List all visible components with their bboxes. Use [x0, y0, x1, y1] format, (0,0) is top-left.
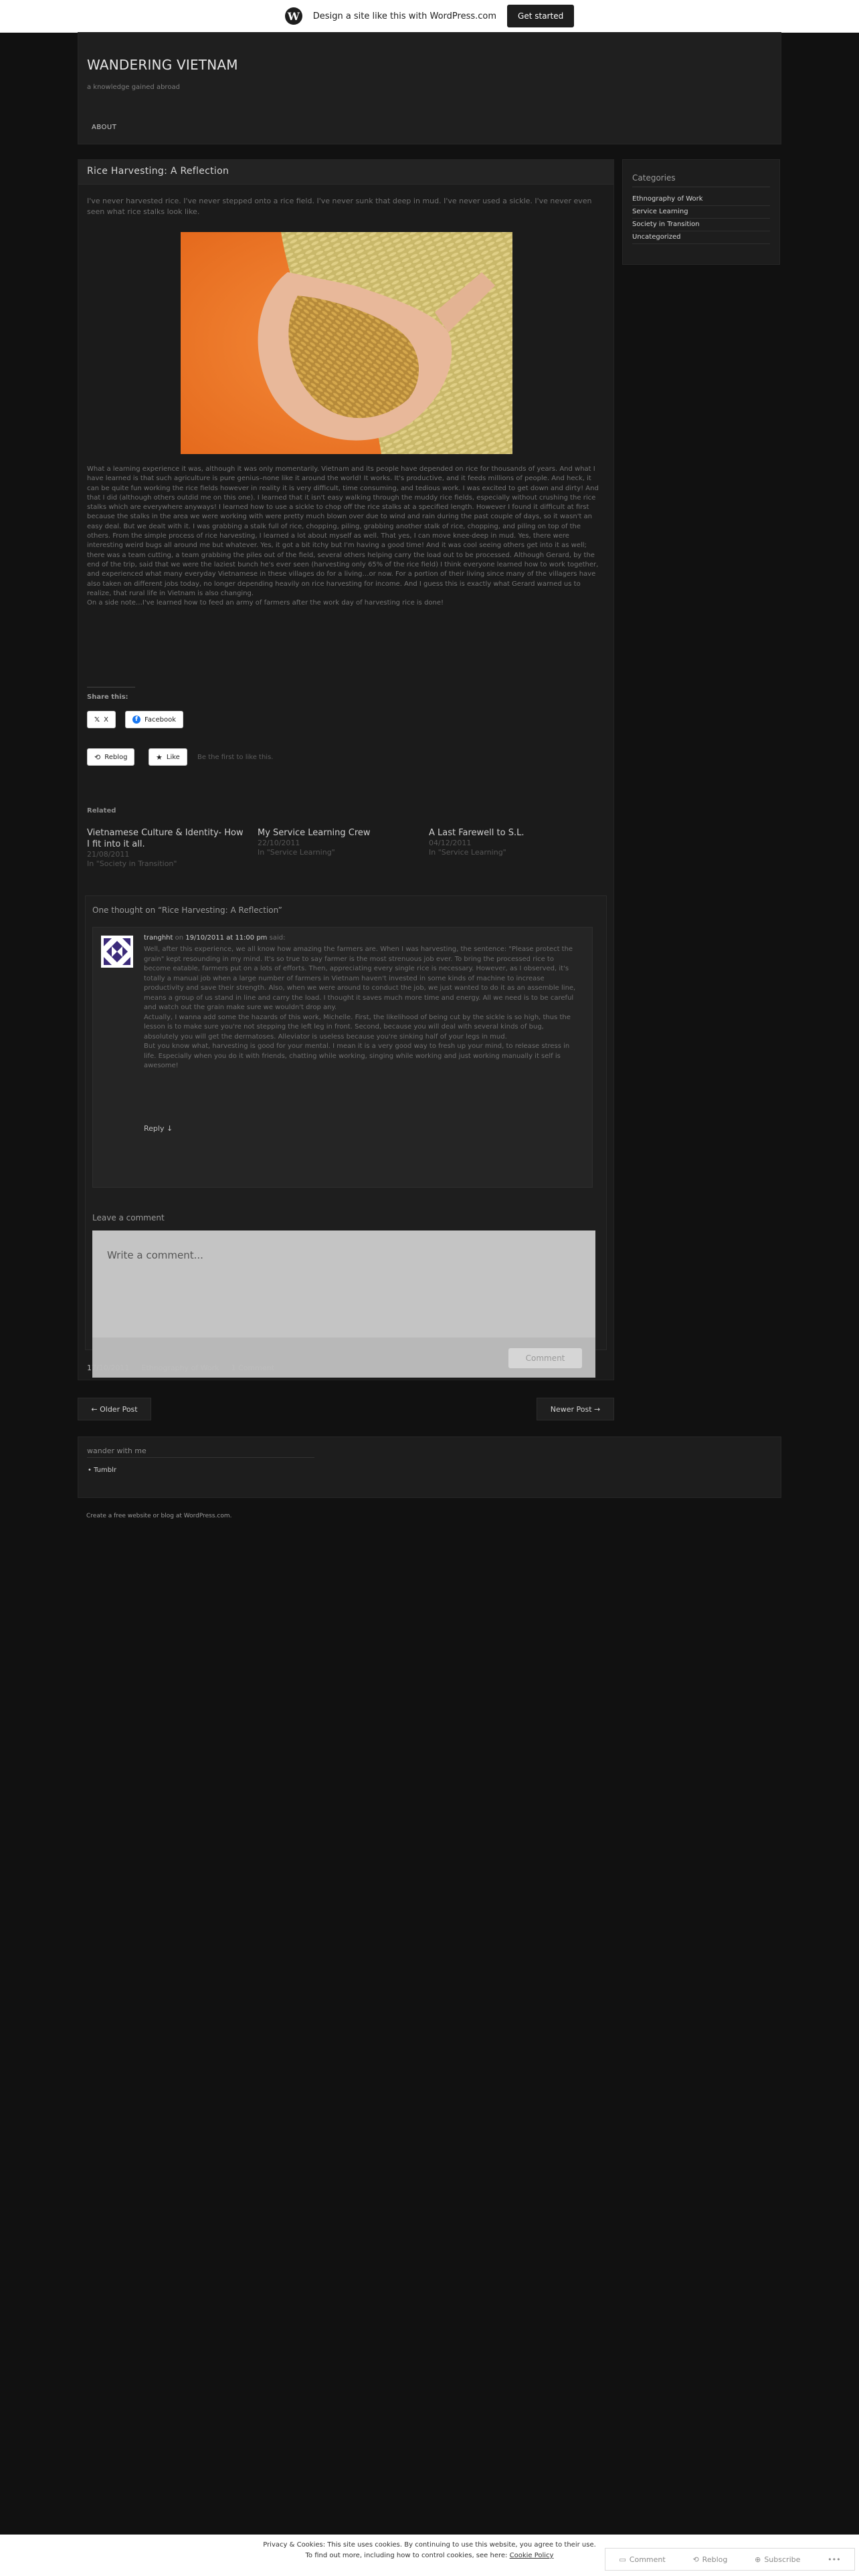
reblog-icon: ⟲	[692, 2555, 699, 2564]
footer-link-tumblr[interactable]: • Tumblr	[88, 1467, 116, 1474]
nav-item-about[interactable]: ABOUT	[92, 124, 116, 131]
site-title[interactable]: WANDERING VIETNAM	[87, 57, 238, 73]
related-post[interactable]: My Service Learning Crew 22/10/2011 In "…	[258, 827, 418, 857]
reblog-button[interactable]: ⟲ Reblog	[87, 748, 135, 766]
category-link[interactable]: Ethnography of Work	[632, 193, 770, 206]
reblog-action-label: Reblog	[702, 2555, 728, 2564]
post-paragraph: What a learning experience it was, altho…	[87, 465, 599, 597]
cookie-text-prefix: To find out more, including how to contr…	[305, 2552, 508, 2559]
comments-heading: One thought on “Rice Harvesting: A Refle…	[92, 905, 282, 915]
category-link[interactable]: Society in Transition	[632, 219, 770, 231]
share-label: Share this:	[87, 693, 128, 701]
site-header: WANDERING VIETNAM a knowledge gained abr…	[78, 32, 781, 144]
categories-heading: Categories	[632, 173, 676, 183]
related-post-date: 21/08/2011	[87, 850, 130, 859]
comment-textarea[interactable]: Write a comment...	[92, 1230, 595, 1337]
post-paragraph: On a side note…I've learned how to feed …	[87, 599, 444, 607]
reblog-action[interactable]: ⟲ Reblog	[692, 2555, 727, 2564]
comment-submit-button[interactable]: Comment	[508, 1348, 582, 1368]
related-post-title[interactable]: My Service Learning Crew	[258, 827, 418, 839]
comment-paragraph: But you know what, harvesting is good fo…	[144, 1043, 570, 1069]
categories-widget: Categories Ethnography of Work Service L…	[622, 159, 780, 265]
comment-on-text: on	[175, 934, 184, 942]
categories-list: Ethnography of Work Service Learning Soc…	[632, 193, 770, 244]
x-icon: 𝕏	[94, 716, 100, 724]
related-post-date: 04/12/2011	[429, 839, 472, 847]
bullet-icon: •	[88, 1467, 92, 1474]
related-post-date: 22/10/2011	[258, 839, 300, 847]
related-post-category: In "Service Learning"	[258, 848, 335, 857]
footer-widget-divider	[87, 1457, 314, 1458]
post-title[interactable]: Rice Harvesting: A Reflection	[87, 166, 229, 177]
category-link[interactable]: Service Learning	[632, 206, 770, 219]
reblog-label: Reblog	[104, 753, 128, 761]
leave-comment-label: Leave a comment	[92, 1213, 165, 1222]
action-bar: ▭ Comment ⟲ Reblog ⊕ Subscribe •••	[605, 2548, 855, 2571]
category-link[interactable]: Uncategorized	[632, 231, 770, 244]
comment-icon: ▭	[619, 2555, 626, 2564]
banner-text: Design a site like this with WordPress.c…	[312, 11, 497, 21]
post-meta-footer: 17/10/2011 Ethnography of Work 1 Comment	[87, 1364, 274, 1372]
related-post-category: In "Society in Transition"	[87, 859, 177, 868]
star-icon: ★	[156, 752, 163, 762]
facebook-icon: f	[132, 716, 140, 724]
related-post[interactable]: Vietnamese Culture & Identity- How I fit…	[87, 827, 248, 869]
comment-date[interactable]: 19/10/2011 at 11:00 pm	[185, 934, 267, 942]
cookie-policy-link[interactable]: Cookie Policy	[510, 2552, 554, 2559]
related-post[interactable]: A Last Farewell to S.L. 04/12/2011 In "S…	[429, 827, 589, 857]
comment-author[interactable]: tranghht	[144, 934, 173, 942]
like-note: Be the first to like this.	[197, 754, 274, 761]
wordpress-logo-icon[interactable]: W	[284, 7, 302, 25]
post-intro: I've never harvested rice. I've never st…	[87, 197, 592, 216]
reblog-icon: ⟲	[94, 752, 101, 762]
post-comment-count[interactable]: 1 Comment	[231, 1364, 274, 1372]
wordpress-banner: W Design a site like this with WordPress…	[0, 0, 859, 33]
post-category[interactable]: Ethnography of Work	[141, 1364, 219, 1372]
get-started-button[interactable]: Get started	[507, 5, 575, 27]
post-title-bar: Rice Harvesting: A Reflection	[78, 160, 613, 185]
subscribe-action-label: Subscribe	[764, 2555, 801, 2564]
reply-link[interactable]: Reply ↓	[144, 1124, 173, 1133]
footer-widget: wander with me • Tumblr	[78, 1436, 781, 1498]
footer-widget-heading: wander with me	[87, 1446, 147, 1455]
like-button[interactable]: ★ Like	[149, 748, 187, 766]
rice-in-hand-photo	[181, 232, 512, 454]
comment-placeholder: Write a comment...	[107, 1249, 203, 1261]
related-post-title[interactable]: A Last Farewell to S.L.	[429, 827, 589, 839]
comment-form: Write a comment... Comment	[92, 1230, 595, 1378]
post-body: What a learning experience it was, altho…	[87, 465, 605, 608]
related-post-category: In "Service Learning"	[429, 848, 506, 857]
site-description: a knowledge gained abroad	[87, 84, 180, 91]
comment-paragraph: Actually, I wanna add some the hazards o…	[144, 1013, 571, 1041]
share-facebook-button[interactable]: f Facebook	[125, 711, 183, 728]
comment-action-label: Comment	[629, 2555, 666, 2564]
older-post-button[interactable]: ← Older Post	[78, 1398, 151, 1420]
related-post-title[interactable]: Vietnamese Culture & Identity- How I fit…	[87, 827, 248, 850]
wordpress-credit[interactable]: Create a free website or blog at WordPre…	[86, 1513, 232, 1519]
footer-link-label: Tumblr	[94, 1467, 116, 1474]
comment-paragraph: Well, after this experience, we all know…	[144, 946, 576, 1011]
share-x-label: X	[104, 716, 108, 724]
more-action[interactable]: •••	[828, 2555, 840, 2564]
comment-item: tranghht on 19/10/2011 at 11:00 pm said:…	[92, 927, 593, 1188]
share-x-button[interactable]: 𝕏 X	[87, 711, 116, 728]
post-panel: Rice Harvesting: A Reflection I've never…	[78, 159, 614, 1380]
avatar[interactable]	[101, 936, 133, 968]
subscribe-action[interactable]: ⊕ Subscribe	[755, 2555, 800, 2564]
like-label: Like	[166, 753, 180, 761]
newer-post-button[interactable]: Newer Post →	[537, 1398, 614, 1420]
comment-said-text: said:	[269, 934, 286, 942]
post-date[interactable]: 17/10/2011	[87, 1364, 129, 1372]
related-label: Related	[87, 807, 116, 815]
share-facebook-label: Facebook	[145, 716, 176, 724]
comment-meta: tranghht on 19/10/2011 at 11:00 pm said:	[144, 934, 285, 942]
comments-section: One thought on “Rice Harvesting: A Refle…	[85, 895, 607, 1378]
comment-text: Well, after this experience, we all know…	[144, 945, 579, 1071]
more-icon: •••	[828, 2555, 841, 2564]
subscribe-icon: ⊕	[755, 2555, 761, 2564]
comment-action[interactable]: ▭ Comment	[619, 2555, 665, 2564]
